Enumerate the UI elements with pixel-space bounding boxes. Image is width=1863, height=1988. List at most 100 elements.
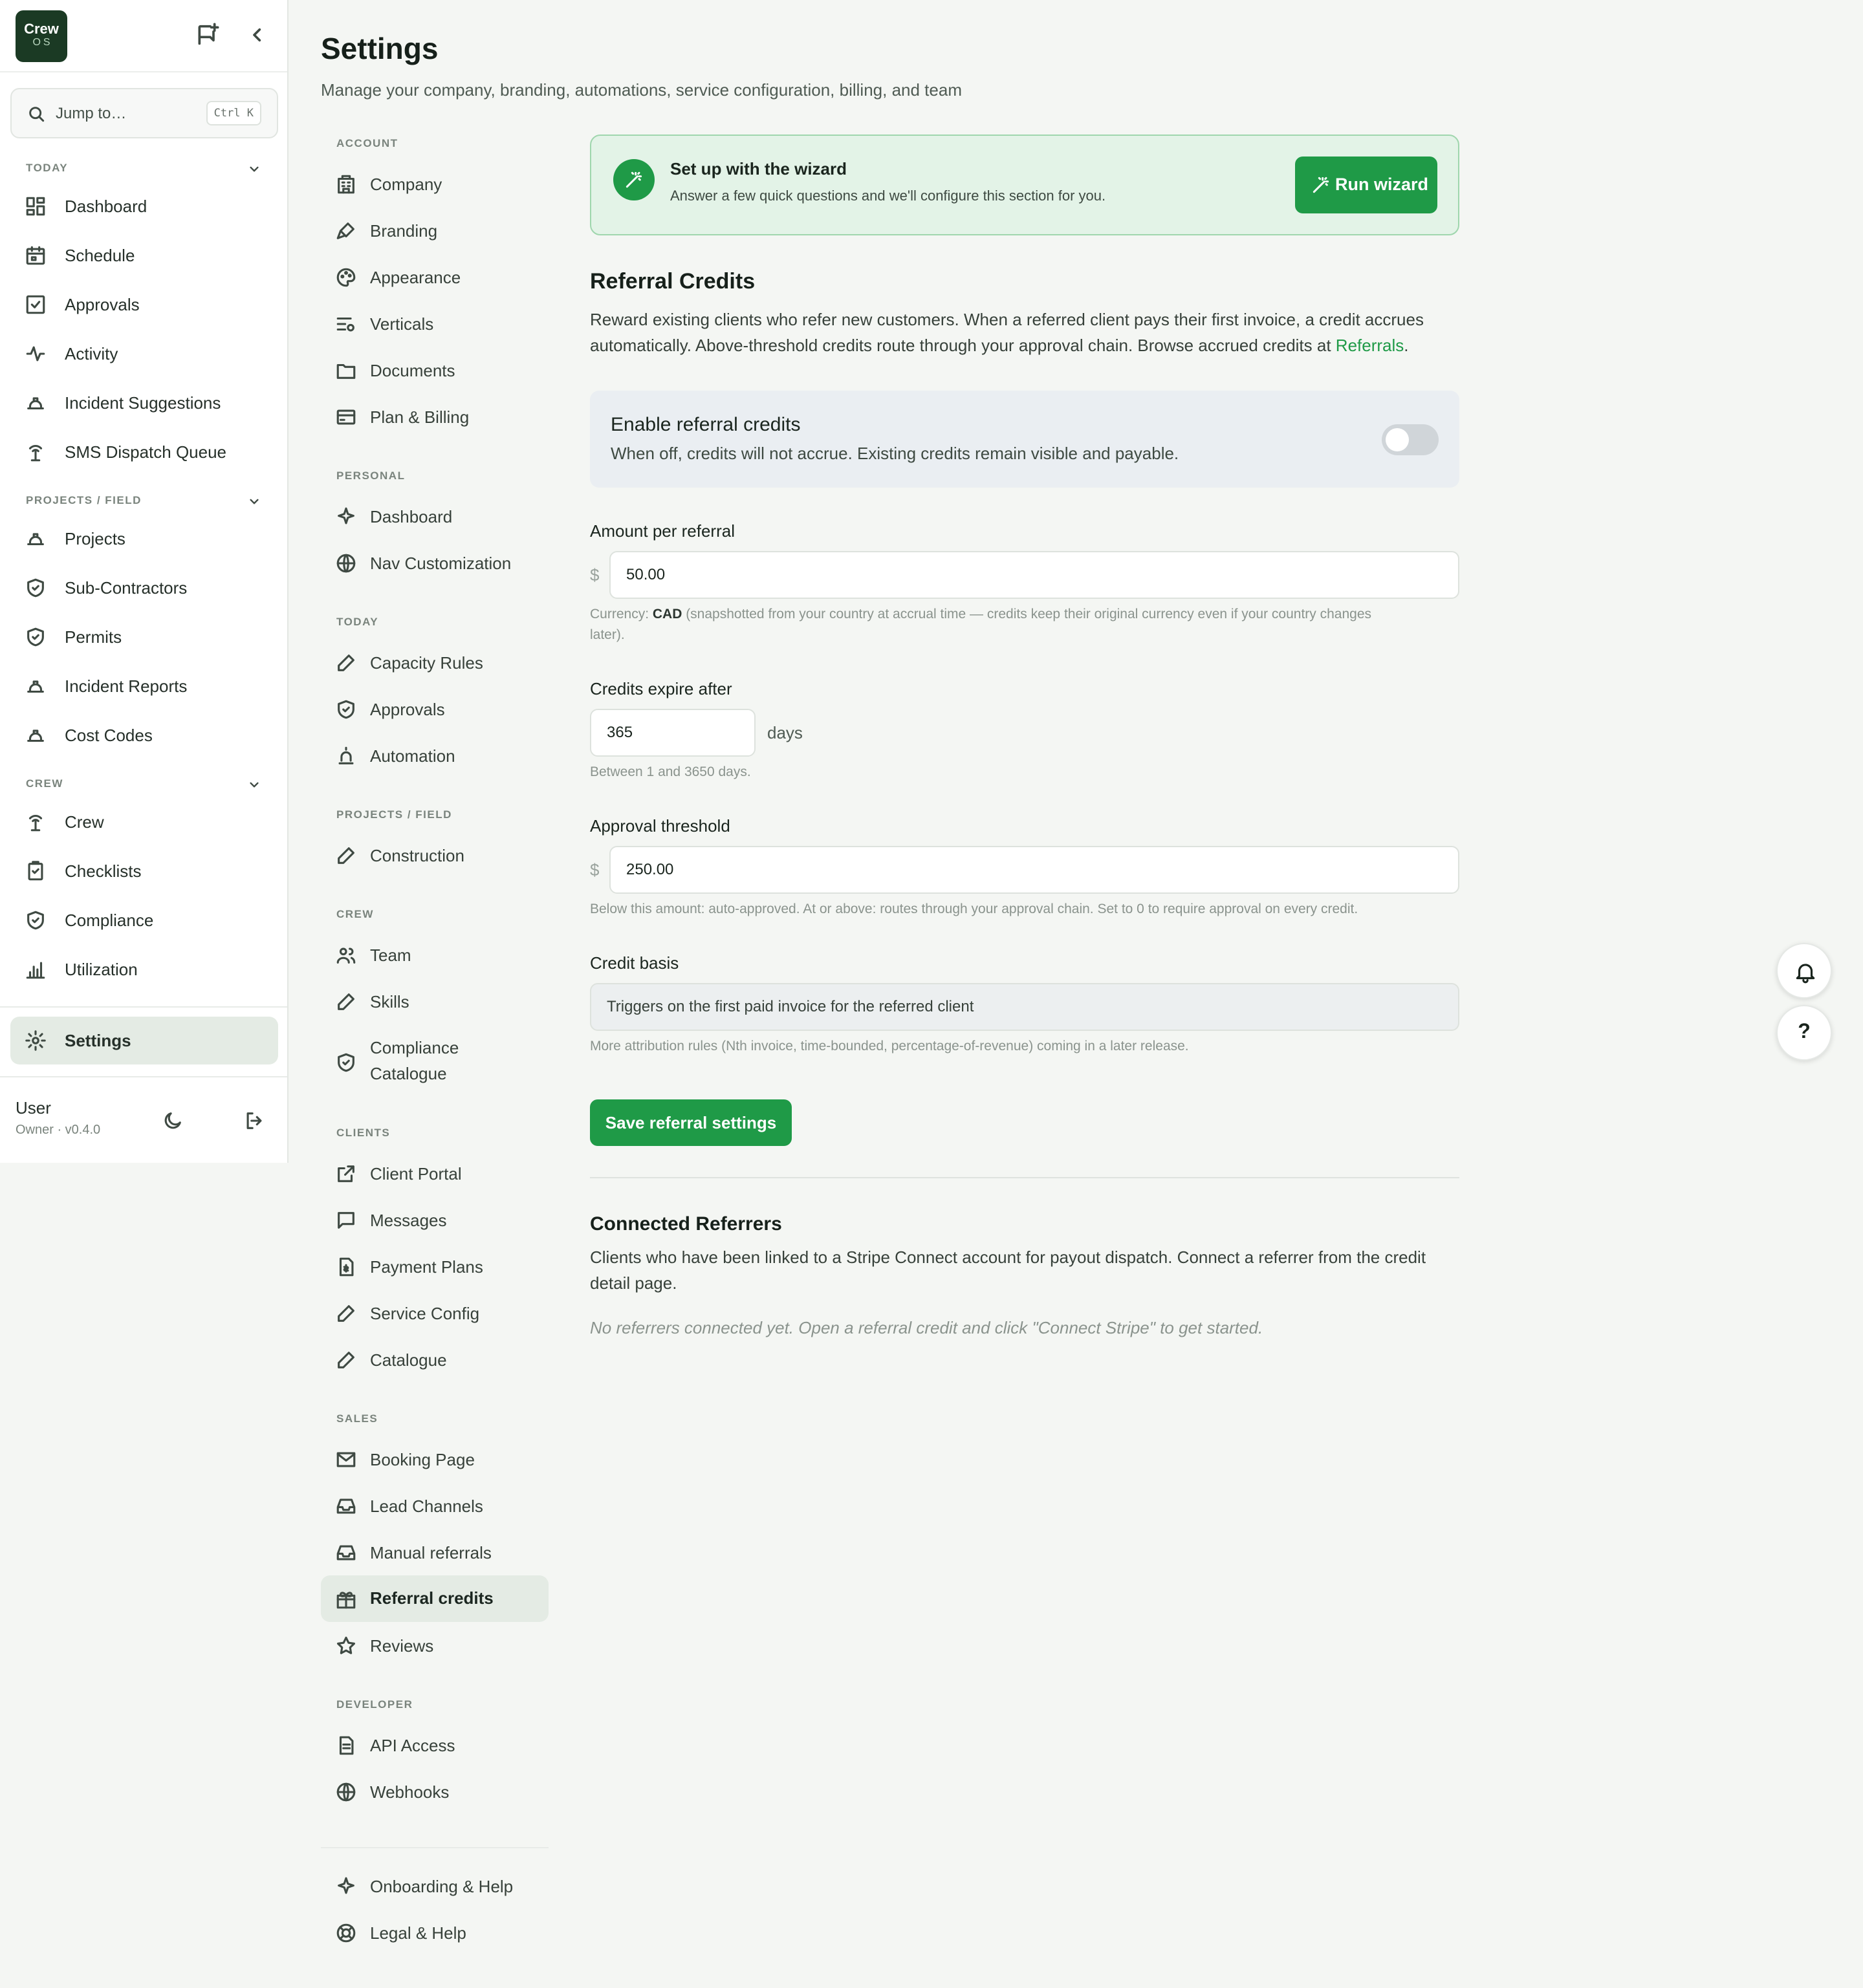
file-text-icon (339, 1736, 354, 1755)
settings-item-onboarding-help[interactable]: Onboarding & Help (321, 1865, 549, 1907)
approval-threshold-label: Approval threshold (590, 816, 730, 836)
collapse-sidebar-icon[interactable] (245, 22, 270, 48)
sidebar-item-checklists[interactable]: Checklists (10, 850, 278, 891)
settings-item-label: Company (370, 175, 442, 194)
credit-basis-field: Triggers on the first paid invoice for t… (590, 983, 1459, 1031)
settings-item-personal-dashboard[interactable]: Dashboard (321, 495, 549, 537)
sidebar-item-compliance[interactable]: Compliance (10, 899, 278, 940)
settings-item-client-portal[interactable]: Client Portal (321, 1152, 549, 1194)
moon-icon[interactable] (162, 1110, 184, 1132)
sidebar-item-dashboard[interactable]: Dashboard (10, 185, 278, 226)
sidebar-section-crew: CREW (26, 777, 63, 790)
user-name[interactable]: User (16, 1098, 51, 1118)
settings-item-payment-plans[interactable]: Payment Plans (321, 1246, 549, 1287)
settings-item-company[interactable]: Company (321, 163, 549, 204)
currency-note-1: (snapshotted from your country at accrua… (682, 607, 1372, 621)
settings-item-skills[interactable]: Skills (321, 980, 549, 1022)
sidebar-item-crew[interactable]: Crew (10, 801, 278, 842)
settings-item-branding[interactable]: Branding (321, 210, 549, 251)
save-referral-settings-button[interactable]: Save referral settings (590, 1099, 792, 1146)
sidebar-item-label: Schedule (65, 246, 135, 265)
settings-item-referral-credits[interactable]: Referral credits (321, 1575, 549, 1622)
notifications-button[interactable] (1776, 943, 1832, 999)
referral-description-end: . (1404, 336, 1409, 355)
sidebar-item-cost-codes[interactable]: Cost Codes (10, 714, 278, 755)
enable-referral-credits-toggle[interactable] (1382, 424, 1439, 455)
sidebar-item-label: Approvals (65, 295, 140, 314)
brush-icon (336, 222, 354, 239)
sidebar-item-approvals[interactable]: Approvals (10, 283, 278, 325)
settings-item-plan-billing[interactable]: Plan & Billing (321, 396, 549, 437)
settings-item-messages[interactable]: Messages (321, 1199, 549, 1240)
settings-item-api-access[interactable]: API Access (321, 1724, 549, 1766)
settings-item-label: Manual referrals (370, 1543, 492, 1562)
sidebar-item-activity[interactable]: Activity (10, 332, 278, 374)
help-button[interactable]: ? (1776, 1005, 1832, 1061)
settings-item-service-config[interactable]: Service Config (321, 1292, 549, 1334)
hard-hat-icon (27, 533, 44, 546)
sidebar-item-settings[interactable]: Settings (10, 1017, 278, 1064)
sidebar-item-incident-suggestions[interactable]: Incident Suggestions (10, 382, 278, 423)
new-feedback-icon[interactable] (194, 22, 220, 48)
settings-item-automation[interactable]: Automation (321, 735, 549, 776)
chevron-down-icon[interactable] (246, 493, 263, 510)
wand-badge (613, 159, 655, 200)
credits-expire-input[interactable]: 365 (590, 709, 756, 757)
sidebar-item-schedule[interactable]: Schedule (10, 234, 278, 276)
sidebar-item-label: Incident Reports (65, 676, 188, 696)
sidebar-item-label: Utilization (65, 960, 138, 979)
threshold-help: Below this amount: auto-approved. At or … (590, 902, 1358, 916)
settings-item-compliance-catalogue[interactable]: Compliance Catalogue (321, 1028, 549, 1096)
settings-item-documents[interactable]: Documents (321, 349, 549, 391)
chevron-down-icon[interactable] (246, 776, 263, 793)
settings-item-nav-customization[interactable]: Nav Customization (321, 542, 549, 583)
settings-item-lead-channels[interactable]: Lead Channels (321, 1485, 549, 1526)
globe-icon (336, 554, 356, 573)
folder-icon (336, 363, 356, 379)
settings-item-booking-page[interactable]: Booking Page (321, 1438, 549, 1480)
sidebar-item-sub-contractors[interactable]: Sub-Contractors (10, 567, 278, 608)
clipboard-check-icon (28, 861, 43, 881)
sidebar-item-label: Checklists (65, 861, 142, 881)
settings-item-webhooks[interactable]: Webhooks (321, 1771, 549, 1812)
search-icon (29, 107, 45, 122)
amount-per-referral-input[interactable]: 50.00 (609, 551, 1459, 599)
run-wizard-button[interactable]: Run wizard (1295, 157, 1437, 213)
inbox-icon (336, 1498, 356, 1514)
settings-item-catalogue[interactable]: Catalogue (321, 1339, 549, 1380)
jump-to-search[interactable]: Jump to… Ctrl K (10, 88, 278, 138)
chevron-down-icon[interactable] (246, 160, 263, 177)
settings-item-label: Appearance (370, 268, 461, 287)
app-logo[interactable]: Crew OS (16, 10, 67, 62)
logout-icon[interactable] (243, 1110, 265, 1132)
settings-item-manual-referrals[interactable]: Manual referrals (321, 1531, 549, 1573)
wizard-title: Set up with the wizard (670, 159, 847, 178)
page-title: Settings (321, 32, 439, 65)
file-dollar-icon (339, 1257, 354, 1277)
settings-item-label: Documents (370, 361, 455, 380)
sidebar-item-sms-dispatch-queue[interactable]: SMS Dispatch Queue (10, 431, 278, 472)
sidebar-item-projects[interactable]: Projects (10, 517, 278, 559)
approval-threshold-input[interactable]: 250.00 (609, 846, 1459, 894)
settings-item-reviews[interactable]: Reviews (321, 1625, 549, 1666)
settings-item-verticals[interactable]: Verticals (321, 303, 549, 344)
dashboard-icon (26, 197, 45, 216)
list-settings-icon (336, 317, 354, 332)
referrals-link[interactable]: Referrals (1336, 336, 1404, 355)
settings-item-appearance[interactable]: Appearance (321, 256, 549, 297)
sidebar-item-label: Compliance (65, 911, 154, 930)
settings-item-approvals[interactable]: Approvals (321, 688, 549, 729)
hard-hat-icon (27, 729, 44, 742)
credit-card-icon (336, 409, 356, 425)
sidebar-item-utilization[interactable]: Utilization (10, 948, 278, 989)
settings-item-label: Plan & Billing (370, 407, 470, 427)
connected-description-line1: Clients who have been linked to a Stripe… (590, 1248, 1426, 1267)
settings-item-label: Skills (370, 992, 409, 1011)
settings-item-construction[interactable]: Construction (321, 834, 549, 876)
sidebar-item-incident-reports[interactable]: Incident Reports (10, 665, 278, 706)
settings-item-team[interactable]: Team (321, 934, 549, 975)
settings-item-capacity-rules[interactable]: Capacity Rules (321, 642, 549, 683)
settings-item-legal-help[interactable]: Legal & Help (321, 1912, 549, 1953)
connected-description-line2: detail page. (590, 1273, 677, 1293)
sidebar-item-permits[interactable]: Permits (10, 616, 278, 657)
